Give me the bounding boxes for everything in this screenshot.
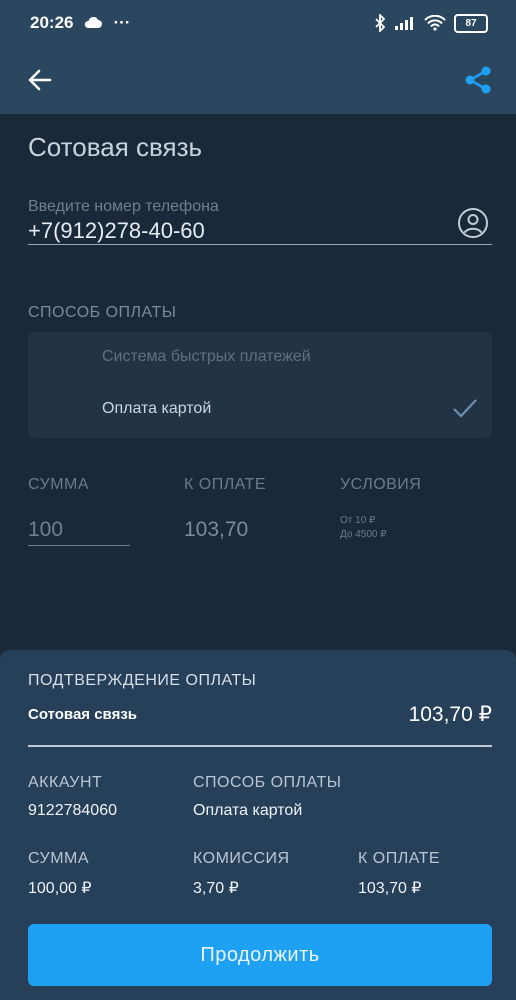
confirmation-total: 103,70 ₽ — [408, 703, 492, 726]
continue-button[interactable]: Продолжить — [28, 924, 492, 986]
sum-label: СУММА — [28, 476, 90, 493]
bluetooth-icon — [375, 14, 386, 32]
confirmation-service: Сотовая связь — [28, 706, 138, 723]
divider — [28, 745, 492, 747]
account-value: 9122784060 — [28, 802, 117, 819]
conditions-label: УСЛОВИЯ — [340, 476, 422, 493]
confirmation-sheet: ПОДТВЕРЖДЕНИЕ ОПЛАТЫ Сотовая связь 103,7… — [0, 650, 516, 1000]
status-more: ··· — [113, 13, 131, 32]
fee-label: КОМИССИЯ — [193, 850, 290, 867]
share-icon[interactable] — [462, 64, 494, 96]
payment-form: Сотовая связь Введите номер телефона +7(… — [0, 114, 516, 650]
confirm-to-pay-value: 103,70 ₽ — [358, 880, 422, 897]
conditions-max: До 4500 ₽ — [340, 529, 387, 540]
phone-input[interactable]: +7(912)278-40-60 — [28, 218, 205, 244]
conditions-text: От 10 ₽ До 4500 ₽ — [340, 514, 387, 542]
signal-icon — [395, 17, 413, 30]
confirm-sum-label: СУММА — [28, 850, 90, 867]
check-icon — [453, 399, 477, 418]
to-pay-value: 103,70 — [184, 518, 249, 541]
confirmation-title: ПОДТВЕРЖДЕНИЕ ОПЛАТЫ — [28, 672, 257, 689]
account-label: АККАУНТ — [28, 774, 103, 791]
wifi-icon — [424, 15, 446, 31]
arrow-left-icon[interactable] — [26, 66, 54, 94]
battery-icon: 87 — [454, 13, 488, 33]
sum-underline — [28, 545, 130, 546]
conditions-min: От 10 ₽ — [340, 515, 376, 526]
confirm-to-pay-label: К ОПЛАТЕ — [358, 850, 441, 867]
sum-input[interactable]: 100 — [28, 518, 63, 542]
status-time: 20:26 — [30, 13, 74, 32]
page-title: Сотовая связь — [28, 132, 203, 162]
fee-value: 3,70 ₽ — [193, 880, 239, 897]
app-bar — [0, 46, 516, 114]
confirm-sum-value: 100,00 ₽ — [28, 880, 92, 897]
option-fast-payments[interactable]: Система быстрых платежей — [102, 348, 311, 366]
method-label: СПОСОБ ОПЛАТЫ — [193, 774, 342, 791]
phone-underline — [28, 244, 492, 245]
payment-method-label: СПОСОБ ОПЛАТЫ — [28, 304, 177, 321]
phone-field-hint: Введите номер телефона — [28, 198, 219, 215]
to-pay-label: К ОПЛАТЕ — [184, 476, 267, 493]
contact-icon[interactable] — [456, 206, 490, 240]
status-bar: 20:26 ··· 87 — [0, 0, 516, 46]
cloud-icon — [85, 17, 103, 28]
payment-method-selector: Система быстрых платежей Оплата картой — [28, 332, 492, 438]
option-card-payment[interactable]: Оплата картой — [102, 400, 211, 418]
method-value: Оплата картой — [193, 802, 303, 819]
